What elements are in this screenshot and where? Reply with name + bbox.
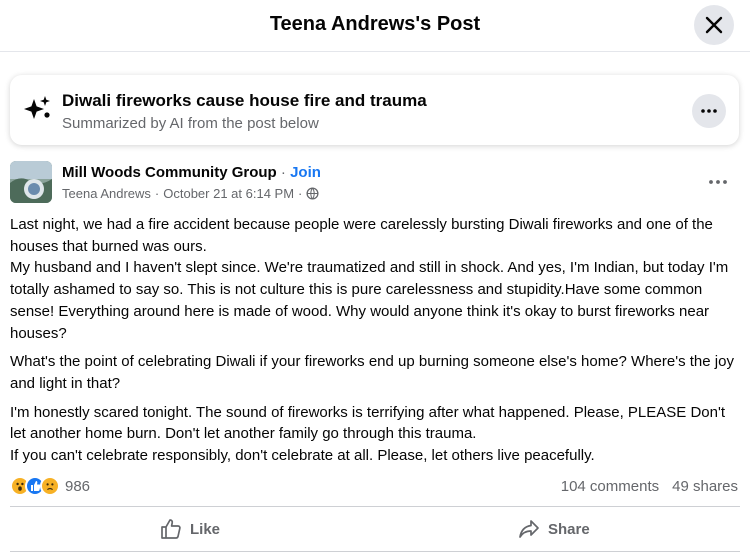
post-stats: 104 comments 49 shares — [561, 478, 738, 495]
ai-summary-title: Diwali fireworks cause house fire and tr… — [62, 91, 427, 110]
more-horizontal-icon — [701, 109, 717, 113]
shares-count-link[interactable]: 49 shares — [672, 478, 738, 495]
close-button[interactable] — [694, 5, 734, 45]
author-name-link[interactable]: Teena Andrews — [62, 186, 151, 201]
globe-icon — [306, 187, 319, 200]
reaction-count: 986 — [65, 477, 91, 495]
divider — [10, 551, 740, 552]
group-avatar-image — [10, 161, 52, 203]
post-more-button[interactable] — [700, 170, 736, 194]
share-button-label: Share — [548, 520, 590, 538]
page-title: Teena Andrews's Post — [269, 13, 481, 35]
post-paragraph: Last night, we had a fire accident becau… — [10, 216, 729, 342]
group-line: Mill Woods Community Group · Join — [62, 164, 321, 181]
post-meta: Teena Andrews · October 21 at 6:14 PM · — [62, 186, 319, 201]
close-icon — [705, 16, 723, 34]
post-timestamp-link[interactable]: October 21 at 6:14 PM — [163, 186, 294, 201]
separator-dot: · — [280, 164, 286, 181]
sparkle-icon — [24, 96, 50, 119]
share-button[interactable]: Share — [518, 514, 590, 544]
like-button[interactable]: Like — [160, 514, 220, 544]
like-button-label: Like — [190, 520, 221, 538]
like-icon — [161, 519, 181, 539]
group-name-link[interactable]: Mill Woods Community Group — [62, 164, 277, 181]
post-modal-header: Teena Andrews's Post — [0, 0, 750, 52]
group-avatar[interactable] — [10, 161, 52, 203]
divider — [10, 506, 740, 507]
share-icon — [519, 520, 539, 538]
post-paragraph: I'm honestly scared tonight. The sound o… — [10, 403, 725, 465]
comments-count-link[interactable]: 104 comments — [561, 478, 659, 495]
more-horizontal-icon — [709, 180, 727, 184]
ai-summary-subtitle: Summarized by AI from the post below — [62, 115, 319, 132]
separator-dot: · — [154, 186, 160, 201]
post-paragraph: What's the point of celebrating Diwali i… — [10, 353, 734, 392]
join-link[interactable]: Join — [290, 164, 321, 181]
ai-summary-card[interactable]: Diwali fireworks cause house fire and tr… — [10, 75, 739, 145]
post-body: Last night, we had a fire accident becau… — [10, 214, 740, 474]
ai-summary-more-button[interactable] — [692, 94, 726, 128]
reactions-summary[interactable]: 986 — [10, 476, 90, 496]
separator-dot: · — [298, 186, 303, 201]
sad-reaction-icon — [40, 476, 60, 496]
